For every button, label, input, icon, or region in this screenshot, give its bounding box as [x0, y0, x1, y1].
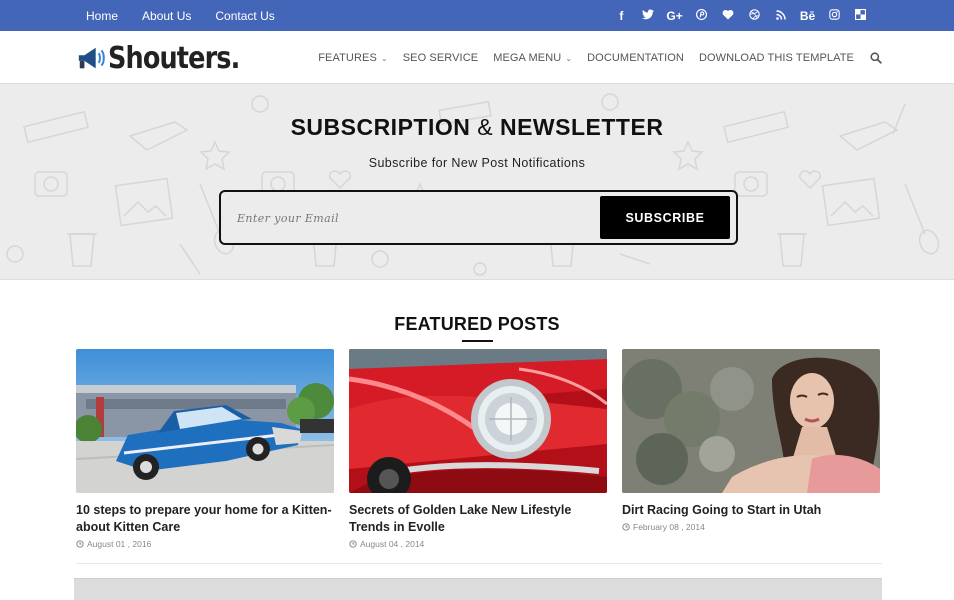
- pinterest-icon[interactable]: [688, 8, 715, 23]
- behance-icon[interactable]: Bē: [794, 9, 821, 23]
- site-logo[interactable]: Shouters.: [76, 40, 263, 76]
- facebook-icon[interactable]: f: [608, 9, 635, 23]
- main-nav: FEATURES ⌄ SEO SERVICE MEGA MENU ⌄ DOCUMEN…: [303, 31, 882, 84]
- post-date-text: February 08 , 2014: [633, 522, 705, 532]
- post-date: August 01 , 2016: [76, 539, 334, 549]
- dribbble-icon[interactable]: [741, 8, 768, 23]
- post-title[interactable]: Secrets of Golden Lake New Lifestyle Tre…: [349, 502, 607, 536]
- search-icon[interactable]: [870, 51, 882, 64]
- title-ampersand: &: [477, 114, 494, 140]
- nav-item-label: MEGA MENU: [493, 51, 562, 64]
- top-links: Home About Us Contact Us: [86, 0, 299, 31]
- nav-item-documentation[interactable]: DOCUMENTATION: [587, 52, 684, 64]
- rss-icon[interactable]: [768, 9, 795, 23]
- post-date-text: August 04 , 2014: [360, 539, 425, 549]
- post-title[interactable]: Dirt Racing Going to Start in Utah: [622, 502, 880, 519]
- top-bar: Home About Us Contact Us f G+ Bē: [0, 0, 954, 31]
- top-link-home[interactable]: Home: [86, 9, 118, 23]
- post-card[interactable]: 10 steps to prepare your home for a Kitt…: [76, 349, 334, 549]
- social-links: f G+ Bē: [608, 0, 874, 31]
- nav-item-label: FEATURES: [318, 51, 377, 64]
- delicious-icon[interactable]: [847, 8, 874, 23]
- subscription-title: SUBSCRIPTION & NEWSLETTER: [0, 114, 954, 141]
- heading-underline: [462, 340, 493, 342]
- clock-icon: [349, 540, 357, 548]
- title-part-subscription: SUBSCRIPTION: [290, 114, 471, 140]
- instagram-icon[interactable]: [821, 8, 848, 23]
- nav-item-mega-menu[interactable]: MEGA MENU ⌄: [493, 52, 572, 64]
- megaphone-icon: [78, 47, 105, 69]
- top-link-about-us[interactable]: About Us: [142, 9, 191, 23]
- subscribe-form: SUBSCRIBE: [219, 190, 738, 245]
- subscribe-button[interactable]: SUBSCRIBE: [600, 196, 730, 239]
- post-thumbnail-classic-car[interactable]: [76, 349, 334, 493]
- top-link-contact-us[interactable]: Contact Us: [215, 9, 274, 23]
- twitter-icon[interactable]: [635, 9, 662, 23]
- nav-item-seo-service[interactable]: SEO SERVICE: [403, 52, 478, 64]
- nav-item-download-template[interactable]: DOWNLOAD THIS TEMPLATE: [699, 52, 854, 64]
- site-header: Shouters. FEATURES ⌄ SEO SERVICE MEGA MEN…: [0, 31, 954, 84]
- post-date: August 04 , 2014: [349, 539, 607, 549]
- clock-icon: [622, 523, 630, 531]
- logo-text: Shouters.: [108, 40, 240, 76]
- post-thumbnail-red-car[interactable]: [349, 349, 607, 493]
- heart-icon[interactable]: [714, 9, 741, 23]
- google-plus-icon[interactable]: G+: [661, 9, 688, 23]
- post-date-text: August 01 , 2016: [87, 539, 152, 549]
- chevron-down-icon: ⌄: [565, 53, 573, 63]
- post-card[interactable]: Dirt Racing Going to Start in Utah Febru…: [622, 349, 880, 532]
- clock-icon: [76, 540, 84, 548]
- email-field[interactable]: [237, 206, 577, 230]
- featured-posts-heading: FEATURED POSTS: [394, 314, 560, 334]
- subscription-subtitle: Subscribe for New Post Notifications: [368, 156, 586, 170]
- post-date: February 08 , 2014: [622, 522, 880, 532]
- post-thumbnail-woman-portrait[interactable]: [622, 349, 880, 493]
- post-title[interactable]: 10 steps to prepare your home for a Kitt…: [76, 502, 334, 536]
- post-card[interactable]: Secrets of Golden Lake New Lifestyle Tre…: [349, 349, 607, 549]
- section-divider: [76, 563, 882, 564]
- title-part-newsletter: NEWSLETTER: [499, 114, 664, 140]
- next-section-band: [74, 578, 882, 600]
- nav-item-features[interactable]: FEATURES ⌄: [318, 52, 387, 64]
- chevron-down-icon: ⌄: [380, 53, 388, 63]
- subscription-section: SUBSCRIPTION & NEWSLETTER Subscribe for …: [0, 84, 954, 280]
